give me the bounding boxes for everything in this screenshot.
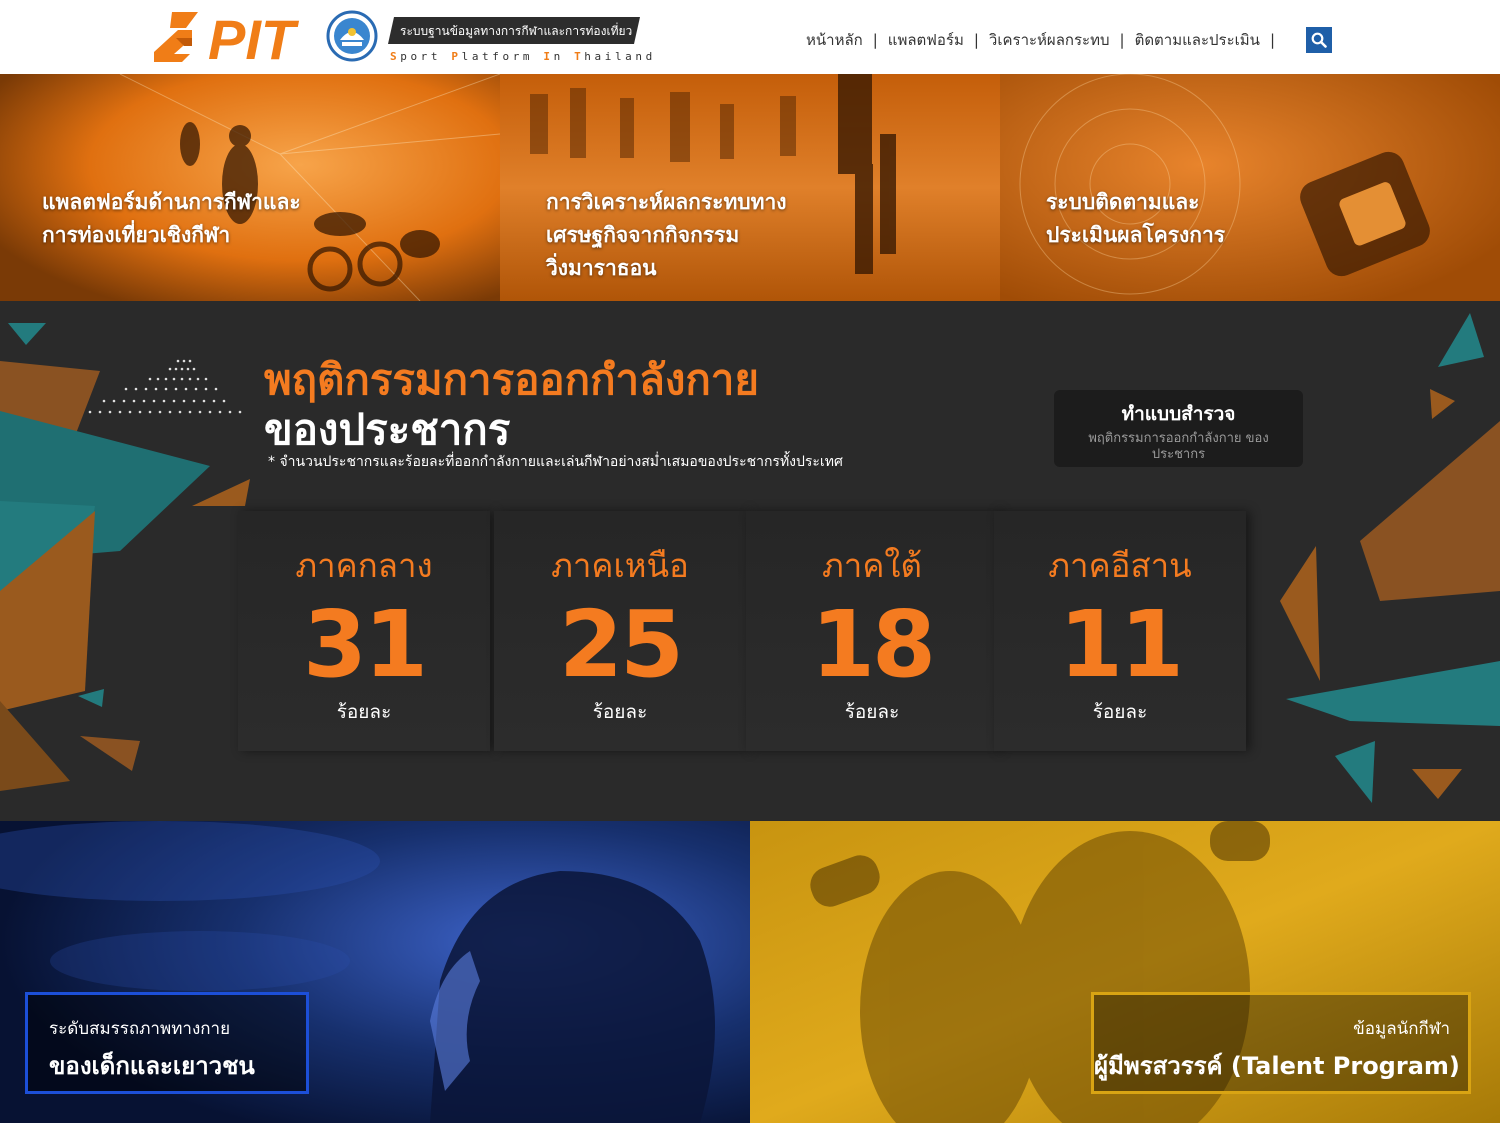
region-unit: ร้อยละ <box>844 701 900 723</box>
search-icon <box>1311 32 1327 48</box>
box-small-text: ข้อมูลนักกีฬา <box>1353 1019 1450 1039</box>
region-name: ภาคเหนือ <box>551 546 689 585</box>
main-nav: หน้าหลัก | แพลตฟอร์ม | วิเคราะห์ผลกระทบ … <box>806 28 1285 52</box>
section-note: * จำนวนประชากรและร้อยละที่ออกกำลังกายและ… <box>268 454 843 470</box>
region-percent: 11 <box>1058 591 1184 698</box>
region-percent: 25 <box>558 591 684 698</box>
talent-program-box: ข้อมูลนักกีฬา ผู้มีพรสวรรค์ (Talent Prog… <box>1091 992 1471 1094</box>
tile-project-monitoring[interactable]: ระบบติดตามและ ประเมินผลโครงการ <box>1000 74 1500 301</box>
tagline-word: hailand <box>584 50 656 63</box>
tagline-english: Sport Platform In Thailand <box>390 50 656 63</box>
nav-separator: | <box>973 31 979 49</box>
tile-sport-tourism-platform[interactable]: แพลตฟอร์มด้านการกีฬาและ การท่องเที่ยวเชิ… <box>0 74 500 301</box>
region-card-central: ภาคกลาง 31 ร้อยละ <box>238 511 490 751</box>
region-card-northeast: ภาคอีสาน 11 ร้อยละ <box>994 511 1246 751</box>
tagline-word: port <box>400 50 452 63</box>
region-card-north: ภาคเหนือ 25 ร้อยละ <box>494 511 746 751</box>
box-big-text: ของเด็กและเยาวชน <box>49 1052 255 1080</box>
region-unit: ร้อยละ <box>336 701 392 723</box>
tile-title: แพลตฟอร์มด้านการกีฬาและ การท่องเที่ยวเชิ… <box>42 186 301 252</box>
tagline-initial: S <box>390 50 401 63</box>
box-big-text: ผู้มีพรสวรรค์ (Talent Program) <box>1094 1052 1460 1080</box>
youth-fitness-box: ระดับสมรรถภาพทางกาย ของเด็กและเยาวชน <box>25 992 309 1094</box>
tile-title-line: ระบบติดตามและ <box>1046 190 1200 214</box>
panel-talent-program[interactable]: ข้อมูลนักกีฬา ผู้มีพรสวรรค์ (Talent Prog… <box>750 821 1500 1123</box>
tagline-initial: T <box>574 50 585 63</box>
nav-separator: | <box>1269 31 1275 49</box>
logo-text: PIT <box>208 10 300 66</box>
tile-title-line: ประเมินผลโครงการ <box>1046 223 1226 247</box>
tile-marathon-impact[interactable]: การวิเคราะห์ผลกระทบทาง เศรษฐกิจจากกิจกรร… <box>500 74 1000 301</box>
search-button[interactable] <box>1306 27 1332 53</box>
region-unit: ร้อยละ <box>592 701 648 723</box>
survey-button-title: ทำแบบสำรวจ <box>1121 403 1236 425</box>
region-name: ภาคใต้ <box>822 546 922 585</box>
site-header: PIT ระบบฐานข้อมูลทางการกีฬาและการท่องเที… <box>0 0 1500 74</box>
survey-button[interactable]: ทำแบบสำรวจ พฤติกรรมการออกกำลังกาย ของประ… <box>1054 390 1303 467</box>
tile-title-line: แพลตฟอร์มด้านการกีฬาและ <box>42 190 301 214</box>
tagline-word: latform <box>461 50 544 63</box>
tile-title-line: วิ่งมาราธอน <box>546 256 657 280</box>
tile-title: การวิเคราะห์ผลกระทบทาง เศรษฐกิจจากกิจกรร… <box>546 186 787 285</box>
tagline-word: n <box>553 50 575 63</box>
region-percent: 18 <box>810 591 936 698</box>
region-unit: ร้อยละ <box>1092 701 1148 723</box>
region-name: ภาคอีสาน <box>1048 546 1192 585</box>
tile-title-line: การท่องเที่ยวเชิงกีฬา <box>42 223 231 247</box>
tagline-initial: I <box>543 50 554 63</box>
nav-monitoring[interactable]: ติดตามและประเมิน <box>1135 28 1260 52</box>
nav-home[interactable]: หน้าหลัก <box>806 28 863 52</box>
nav-separator: | <box>872 31 878 49</box>
nav-impact-analysis[interactable]: วิเคราะห์ผลกระทบ <box>989 28 1110 52</box>
nav-platform[interactable]: แพลตฟอร์ม <box>888 28 964 52</box>
region-card-south: ภาคใต้ 18 ร้อยละ <box>746 511 998 751</box>
tile-title: ระบบติดตามและ ประเมินผลโครงการ <box>1046 186 1225 252</box>
nav-separator: | <box>1119 31 1125 49</box>
tagline-text: ระบบฐานข้อมูลทางการกีฬาและการท่องเที่ยว <box>400 24 633 38</box>
tagline-initial: P <box>451 50 462 63</box>
region-name: ภาคกลาง <box>295 546 433 585</box>
survey-button-desc: พฤติกรรมการออกกำลังกาย ของประชากร <box>1088 431 1269 462</box>
spit-logo[interactable]: PIT <box>152 10 322 66</box>
exercise-behavior-section: พฤติกรรมการออกกำลังกาย ของประชากร * จำนว… <box>0 301 1500 821</box>
ministry-seal <box>326 10 378 62</box>
box-small-text: ระดับสมรรถภาพทางกาย <box>49 1019 231 1039</box>
region-percent: 31 <box>302 591 428 698</box>
panel-youth-fitness[interactable]: ระดับสมรรถภาพทางกาย ของเด็กและเยาวชน <box>0 821 750 1123</box>
tile-title-line: การวิเคราะห์ผลกระทบทาง <box>546 190 787 214</box>
tile-title-line: เศรษฐกิจจากกิจกรรม <box>546 223 740 247</box>
